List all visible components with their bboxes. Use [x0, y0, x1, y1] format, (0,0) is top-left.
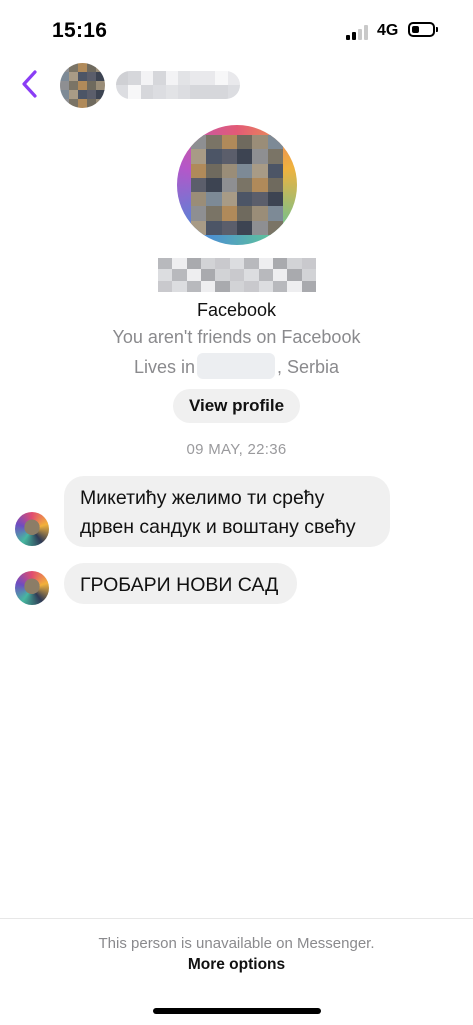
- pixelated-avatar-image: [60, 63, 105, 108]
- profile-avatar[interactable]: [177, 125, 297, 245]
- pixelated-name-image: [116, 71, 240, 99]
- contact-name-redacted[interactable]: [116, 71, 240, 99]
- location-prefix: Lives in: [133, 357, 195, 377]
- view-profile-button[interactable]: View profile: [173, 389, 300, 423]
- sender-avatar[interactable]: [15, 512, 49, 546]
- contact-avatar[interactable]: [60, 63, 105, 108]
- battery-fill: [412, 26, 419, 33]
- unavailable-footer: This person is unavailable on Messenger.…: [0, 918, 473, 1025]
- back-button[interactable]: [18, 68, 42, 100]
- profile-platform: Facebook: [196, 300, 277, 320]
- message-bubble[interactable]: ГРОБАРИ НОВИ САД: [64, 563, 297, 604]
- sender-avatar[interactable]: [15, 571, 49, 605]
- message-timestamp: 09 MAY, 22:36: [186, 441, 287, 458]
- pixelated-name-image: [158, 258, 316, 292]
- message-text-line: Микетићу желимо ти срећу: [80, 487, 325, 509]
- message-text-line: дрвен сандук и воштану свећу: [80, 516, 356, 538]
- location-redacted: [196, 353, 275, 379]
- battery-icon: [408, 22, 438, 37]
- network-type: 4G: [377, 22, 399, 39]
- cellular-signal-icon: [346, 24, 370, 40]
- unavailable-notice: This person is unavailable on Messenger.: [98, 935, 375, 952]
- friend-status: You aren't friends on Facebook: [112, 327, 361, 347]
- message-text-line: ГРОБАРИ НОВИ САД: [80, 574, 279, 596]
- home-indicator[interactable]: [153, 1008, 321, 1014]
- message-bubble[interactable]: Микетићу желимо ти срећу дрвен сандук и …: [64, 476, 390, 547]
- chevron-left-icon: [22, 70, 37, 98]
- location-line: Lives in , Serbia: [0, 353, 473, 379]
- pixelated-avatar-image: [191, 135, 283, 235]
- profile-name-redacted: [158, 258, 316, 292]
- conversation-header: [0, 56, 473, 116]
- status-time: 15:16: [52, 19, 108, 42]
- status-bar: 15:16 4G: [0, 0, 473, 56]
- location-suffix: , Serbia: [276, 357, 340, 377]
- more-options-button[interactable]: More options: [0, 956, 473, 974]
